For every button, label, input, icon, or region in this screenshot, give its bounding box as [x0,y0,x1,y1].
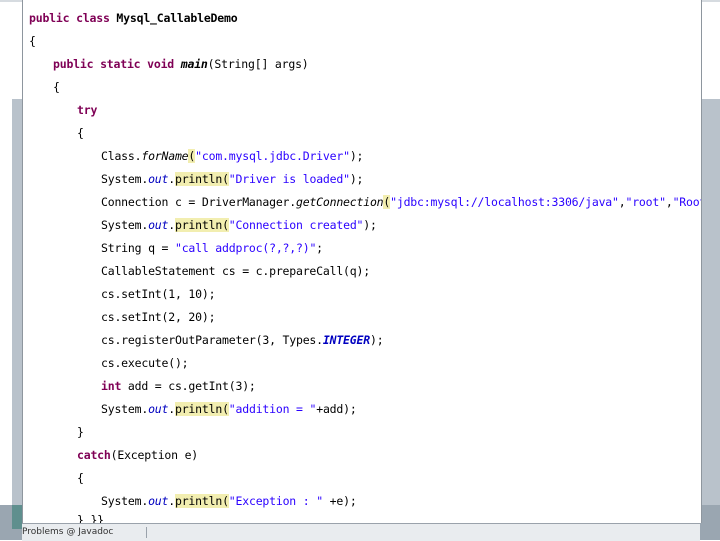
field-name: out [148,494,169,508]
bracket-highlight: ( [222,402,229,416]
code-text: (String[] args) [207,57,309,71]
keyword: catch [77,448,111,462]
code-text: ); [363,218,377,232]
code-line-try: try [77,103,98,117]
code-text: add = cs.getInt(3); [121,379,256,393]
code-text: Connection c = DriverManager. [101,195,296,209]
code-text: , [665,195,673,209]
occurrence-highlight: println [174,494,223,508]
code-line-brace: { [77,126,84,140]
bottom-panel-tabs[interactable]: Problems @ Javadoc [22,526,142,538]
string-literal: "root" [625,195,666,209]
code-text: +e); [322,494,357,508]
field-name: out [148,172,169,186]
code-text: System. [101,218,149,232]
code-text: Class. [101,149,142,163]
string-literal: "Root" [672,195,701,209]
occurrence-highlight: println [174,218,223,232]
string-literal: "Driver is loaded" [228,172,350,186]
string-literal: "Connection created" [228,218,364,232]
code-text: String q = [101,241,175,255]
string-literal: "addition = " [228,402,317,416]
bottom-panel-strip: Problems @ Javadoc [22,523,700,541]
constant-name: INTEGER [322,333,370,347]
code-line-brace: { [77,471,84,485]
code-line-println-driver: System.out.println("Driver is loaded"); [101,169,363,189]
code-text: ; [316,241,323,255]
method-name: getConnection [295,195,384,209]
code-line-println-addition: System.out.println("addition = "+add); [101,399,357,419]
keyword: public class [29,11,117,25]
bracket-highlight: ( [222,218,229,232]
slide-right-bar [700,100,720,530]
code-line-println-connection: System.out.println("Connection created")… [101,215,377,235]
class-name: Mysql_CallableDemo [116,11,238,25]
code-line-brace: { [53,80,60,94]
code-text: +add); [316,402,357,416]
code-text: System. [101,402,149,416]
occurrence-highlight: println [174,172,223,186]
code-line-catch: catch(Exception e) [77,445,198,465]
code-text: ); [369,333,384,347]
code-line-execute: cs.execute(); [101,356,189,370]
code-text: ); [349,149,364,163]
string-literal: "com.mysql.jdbc.Driver" [195,149,350,163]
code-text: ); [349,172,364,186]
method-name: forName [141,149,189,163]
code-text: (Exception e) [110,448,199,462]
code-line-getint: int add = cs.getInt(3); [101,376,256,396]
field-name: out [148,218,169,232]
code-line-brace: } [77,425,84,439]
panel-separator [146,527,147,538]
code-text: . [168,172,175,186]
code-line-query: String q = "call addproc(?,?,?)"; [101,238,323,258]
code-line-forname: Class.forName("com.mysql.jdbc.Driver"); [101,146,363,166]
code-line-main-decl: public static void main(String[] args) [53,54,309,74]
slide-footer-accent [12,505,22,529]
bracket-highlight: ( [222,172,229,186]
code-text: . [168,218,175,232]
code-text: cs.registerOutParameter(3, Types. [101,333,323,347]
field-name: out [148,402,169,416]
string-literal: "jdbc:mysql://localhost:3306/java" [390,195,619,209]
code-text: . [168,402,175,416]
keyword: int [101,379,122,393]
code-line-println-exception: System.out.println("Exception : " +e); [101,491,357,511]
code-editor[interactable]: public class Mysql_CallableDemo { public… [22,0,702,523]
string-literal: "call addproc(?,?,?)" [174,241,317,255]
bracket-highlight: ( [222,494,229,508]
code-line-class-decl: public class Mysql_CallableDemo [29,8,238,28]
code-text: System. [101,172,149,186]
code-line-setint-1: cs.setInt(1, 10); [101,287,216,301]
code-line-register-out: cs.registerOutParameter(3, Types.INTEGER… [101,330,384,350]
occurrence-highlight: println [174,402,223,416]
slide-left-bar [12,100,22,530]
method-name: main [180,57,208,71]
keyword: public static void [53,57,181,71]
code-line-closing-braces: } }} [77,513,104,523]
code-line-brace: { [29,34,36,48]
code-line-setint-2: cs.setInt(2, 20); [101,310,216,324]
code-text: System. [101,494,149,508]
string-literal: "Exception : " [228,494,323,508]
code-text: . [168,494,175,508]
code-line-getconnection: Connection c = DriverManager.getConnecti… [101,192,701,212]
code-line-preparecall: CallableStatement cs = c.prepareCall(q); [101,264,370,278]
